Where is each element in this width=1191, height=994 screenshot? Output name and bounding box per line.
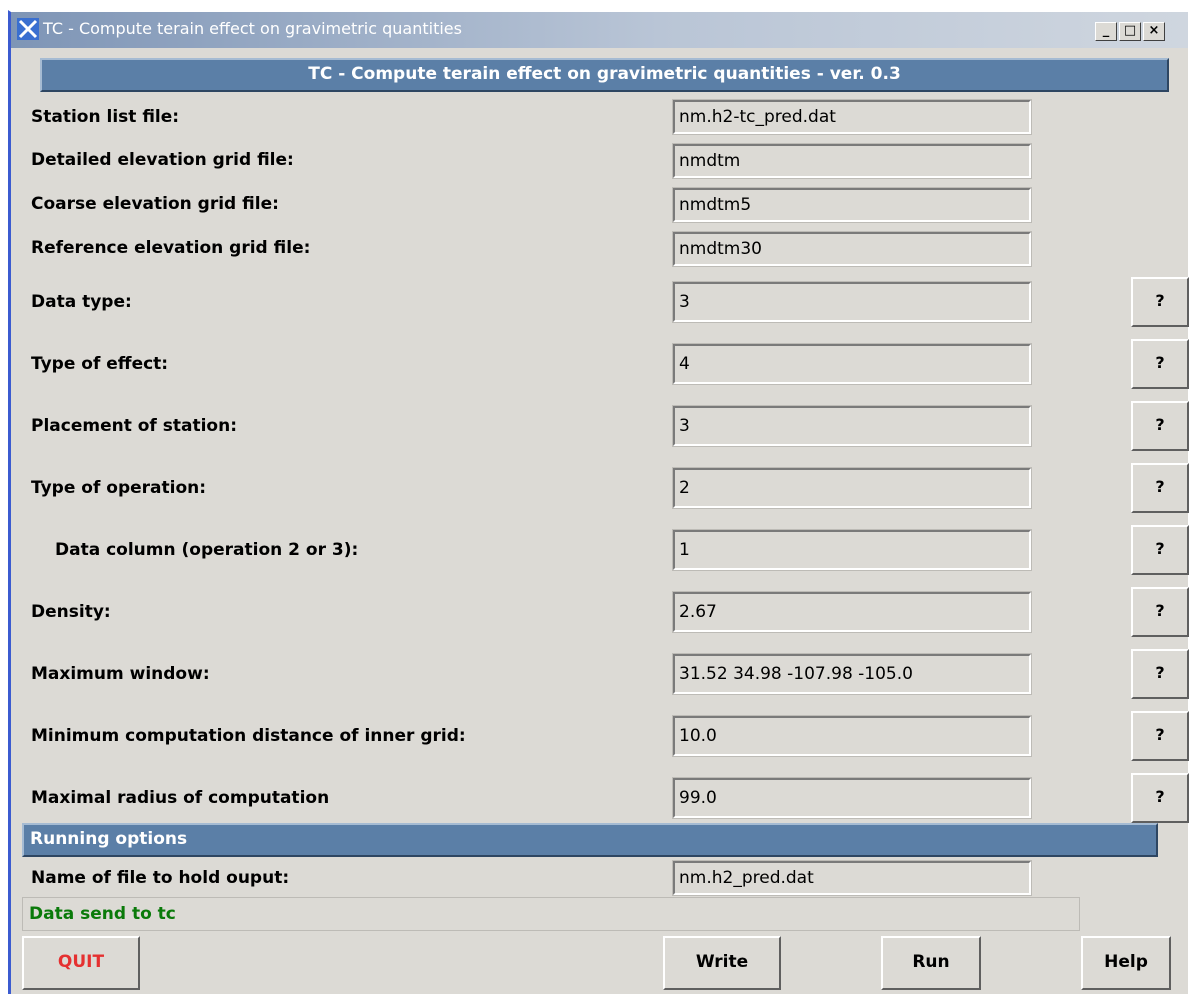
app-icon xyxy=(17,18,39,40)
placement-label: Placement of station: xyxy=(31,416,238,436)
density-help-button[interactable]: ? xyxy=(1131,587,1189,637)
detailed-grid-input[interactable]: nmdtm xyxy=(672,143,1032,179)
data-type-label: Data type: xyxy=(31,292,132,312)
coarse-grid-input[interactable]: nmdtm5 xyxy=(672,187,1032,223)
placement-help-button[interactable]: ? xyxy=(1131,401,1189,451)
type-of-effect-help-button[interactable]: ? xyxy=(1131,339,1189,389)
type-of-effect-label: Type of effect: xyxy=(31,354,169,374)
close-button[interactable]: × xyxy=(1143,22,1165,41)
reference-grid-input[interactable]: nmdtm30 xyxy=(672,231,1032,267)
data-type-help-button[interactable]: ? xyxy=(1131,277,1189,327)
density-input[interactable]: 2.67 xyxy=(672,591,1032,633)
max-window-label: Maximum window: xyxy=(31,664,210,684)
run-button[interactable]: Run xyxy=(881,936,981,990)
data-column-label: Data column (operation 2 or 3): xyxy=(55,540,359,560)
status-message: Data send to tc xyxy=(22,897,1080,931)
min-distance-input[interactable]: 10.0 xyxy=(672,715,1032,757)
output-file-label: Name of file to hold ouput: xyxy=(31,868,290,888)
window-title: TC - Compute terain effect on gravimetri… xyxy=(43,19,462,38)
type-of-effect-input[interactable]: 4 xyxy=(672,343,1032,385)
max-window-help-button[interactable]: ? xyxy=(1131,649,1189,699)
write-button[interactable]: Write xyxy=(663,936,781,990)
help-button[interactable]: Help xyxy=(1081,936,1171,990)
density-label: Density: xyxy=(31,602,111,622)
operation-label: Type of operation: xyxy=(31,478,207,498)
max-radius-help-button[interactable]: ? xyxy=(1131,773,1189,823)
min-distance-help-button[interactable]: ? xyxy=(1131,711,1189,761)
dialog-heading: TC - Compute terain effect on gravimetri… xyxy=(40,58,1169,92)
data-column-input[interactable]: 1 xyxy=(672,529,1032,571)
max-window-input[interactable]: 31.52 34.98 -107.98 -105.0 xyxy=(672,653,1032,695)
max-radius-label: Maximal radius of computation xyxy=(31,788,330,808)
running-options-heading: Running options xyxy=(22,823,1158,857)
operation-help-button[interactable]: ? xyxy=(1131,463,1189,513)
data-type-input[interactable]: 3 xyxy=(672,281,1032,323)
reference-grid-label: Reference elevation grid file: xyxy=(31,238,311,258)
station-list-input[interactable]: nm.h2-tc_pred.dat xyxy=(672,99,1032,135)
minimize-button[interactable]: _ xyxy=(1095,22,1117,41)
data-column-help-button[interactable]: ? xyxy=(1131,525,1189,575)
quit-button[interactable]: QUIT xyxy=(22,936,140,990)
app-window: TC - Compute terain effect on gravimetri… xyxy=(8,10,1189,994)
max-radius-input[interactable]: 99.0 xyxy=(672,777,1032,819)
placement-input[interactable]: 3 xyxy=(672,405,1032,447)
output-file-input[interactable]: nm.h2_pred.dat xyxy=(672,860,1032,896)
coarse-grid-label: Coarse elevation grid file: xyxy=(31,194,279,214)
title-bar[interactable]: TC - Compute terain effect on gravimetri… xyxy=(11,12,1188,48)
detailed-grid-label: Detailed elevation grid file: xyxy=(31,150,294,170)
station-list-label: Station list file: xyxy=(31,107,180,127)
min-distance-label: Minimum computation distance of inner gr… xyxy=(31,726,466,746)
operation-input[interactable]: 2 xyxy=(672,467,1032,509)
maximize-button[interactable]: □ xyxy=(1119,22,1141,41)
